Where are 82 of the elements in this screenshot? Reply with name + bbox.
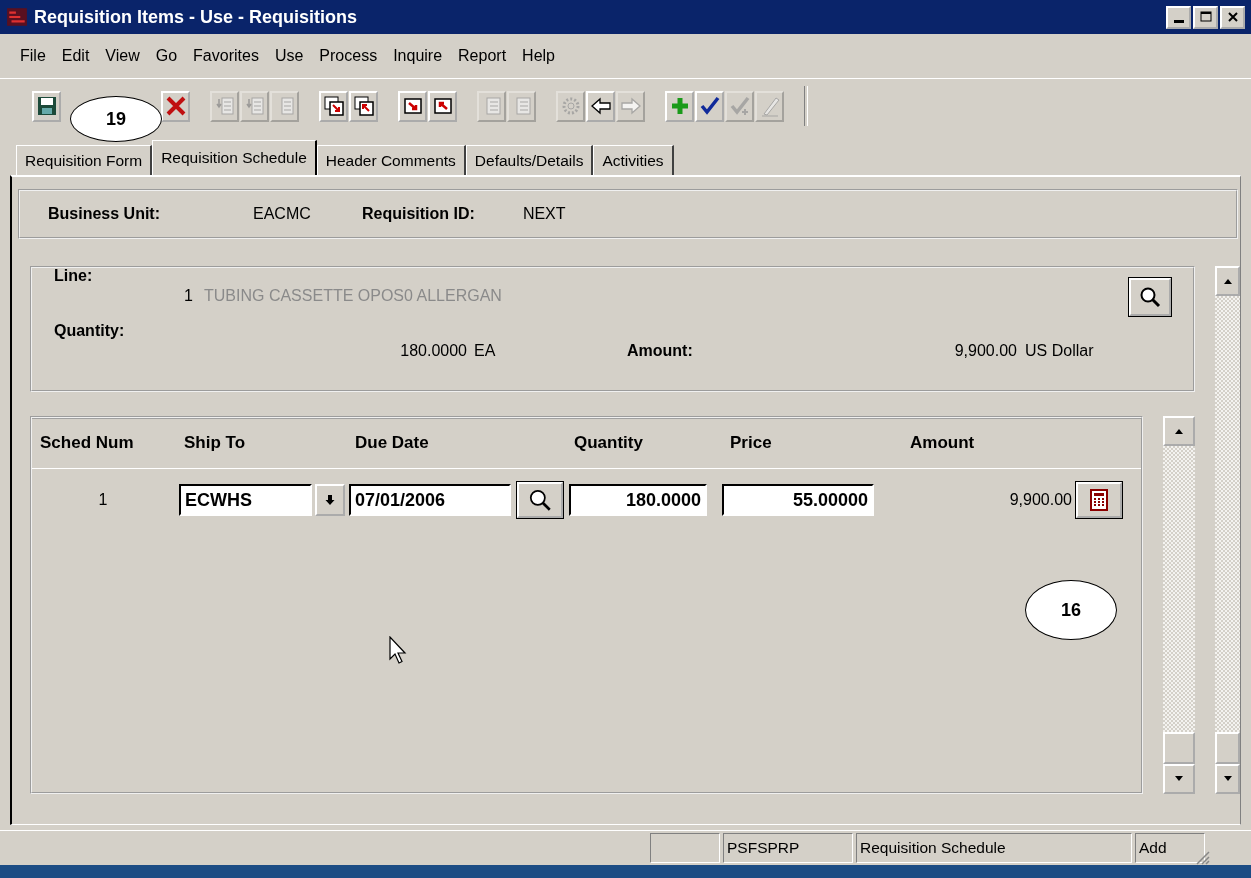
field-label: Quantity: [54, 321, 126, 341]
search-button[interactable] [517, 482, 563, 518]
search-button[interactable] [1129, 278, 1171, 316]
callout-number: 16 [1025, 580, 1117, 640]
tab[interactable]: Requisition Schedule [152, 140, 317, 175]
calculator-button[interactable] [1076, 482, 1122, 518]
column-header: Ship To [183, 433, 247, 453]
close-icon [1226, 11, 1239, 23]
search-icon [527, 487, 553, 513]
field-label: Amount: [627, 341, 694, 361]
menu-item[interactable]: Favorites [185, 47, 267, 65]
right-arrow-icon [619, 95, 642, 117]
insert-row-icon [213, 95, 236, 117]
callout-number: 19 [70, 96, 162, 142]
resize-grip-icon [1194, 849, 1210, 865]
down-arrow-icon [325, 494, 335, 506]
menu-item[interactable]: Report [450, 47, 515, 65]
tab[interactable]: Activities [593, 145, 674, 175]
field-label: Line: [54, 266, 94, 286]
field-value: US Dollar [1025, 341, 1094, 361]
description-text: TUBING CASSETTE OPOS0 ALLERGAN [204, 286, 502, 306]
status-panel [650, 833, 720, 863]
floppy-icon [35, 95, 58, 117]
app-icon [6, 6, 28, 28]
field-value: 9,900.00 [953, 341, 1017, 361]
menu-item[interactable]: View [97, 47, 148, 65]
maximize-icon [1199, 11, 1212, 23]
field-label: Requisition ID: [362, 205, 475, 223]
date-field[interactable]: 07/01/2006 [349, 484, 511, 516]
column-header: Amount [909, 433, 976, 453]
scrollbar-thumb[interactable] [1215, 732, 1240, 764]
search-icon [1138, 285, 1162, 309]
status-text: Add [1135, 833, 1205, 863]
status-text: Requisition Schedule [856, 833, 1132, 863]
column-header: Quantity [573, 433, 644, 453]
menu-item[interactable]: File [12, 47, 54, 65]
status-text: PSFSPRP [723, 833, 853, 863]
scrollbar[interactable] [1215, 266, 1240, 794]
check-icon [698, 95, 721, 117]
column-header: Price [729, 433, 773, 453]
minimize-button[interactable] [1166, 5, 1191, 29]
pointer-icon [389, 636, 409, 666]
menu-item[interactable]: Inquire [385, 47, 451, 65]
check-plus-icon [728, 95, 751, 117]
window-arrow-icon [352, 95, 375, 117]
tab[interactable]: Header Comments [316, 145, 466, 175]
close-button[interactable] [1220, 5, 1245, 29]
ship-to-field[interactable]: ECWHS [179, 484, 312, 516]
scrollbar[interactable] [1163, 416, 1195, 794]
column-header: Sched Num [39, 433, 135, 453]
down-arrow-icon [1174, 776, 1184, 782]
minimize-icon [1173, 19, 1184, 23]
field-label: Business Unit: [48, 205, 161, 223]
table-cell: 1 [98, 491, 108, 509]
field-value: EA [474, 341, 497, 361]
quantity-field[interactable]: 180.0000 [569, 484, 707, 516]
window-title: Requisition Items - Use - Requisitions [34, 6, 359, 28]
tab[interactable]: Requisition Form [16, 145, 153, 175]
left-arrow-icon [589, 95, 612, 117]
field-value: 1 [184, 286, 194, 306]
price-field[interactable]: 55.00000 [722, 484, 874, 516]
menu-item[interactable]: Help [514, 47, 563, 65]
menu-item[interactable]: Go [147, 47, 186, 65]
table-cell: 9,900.00 [1009, 491, 1072, 509]
scrollbar-thumb[interactable] [1163, 732, 1195, 764]
tab[interactable]: Defaults/Details [465, 145, 594, 175]
window-arrow-icon [322, 95, 345, 117]
insert-row-icon [243, 95, 266, 117]
down-arrow-icon [1222, 776, 1233, 782]
menu-item[interactable]: Edit [53, 47, 98, 65]
maximize-button[interactable] [1193, 5, 1218, 29]
up-arrow-icon [1174, 428, 1184, 434]
menu-item[interactable]: Process [311, 47, 386, 65]
field-value: 180.0000 [399, 341, 467, 361]
menu-item[interactable]: Use [266, 47, 312, 65]
dropdown-button[interactable] [315, 484, 345, 516]
field-value: EACMC [253, 205, 312, 223]
delete-icon [164, 95, 187, 117]
column-header: Due Date [354, 433, 430, 453]
field-value: NEXT [522, 205, 566, 223]
up-arrow-icon [1222, 278, 1233, 284]
calculator-icon [1088, 488, 1110, 512]
